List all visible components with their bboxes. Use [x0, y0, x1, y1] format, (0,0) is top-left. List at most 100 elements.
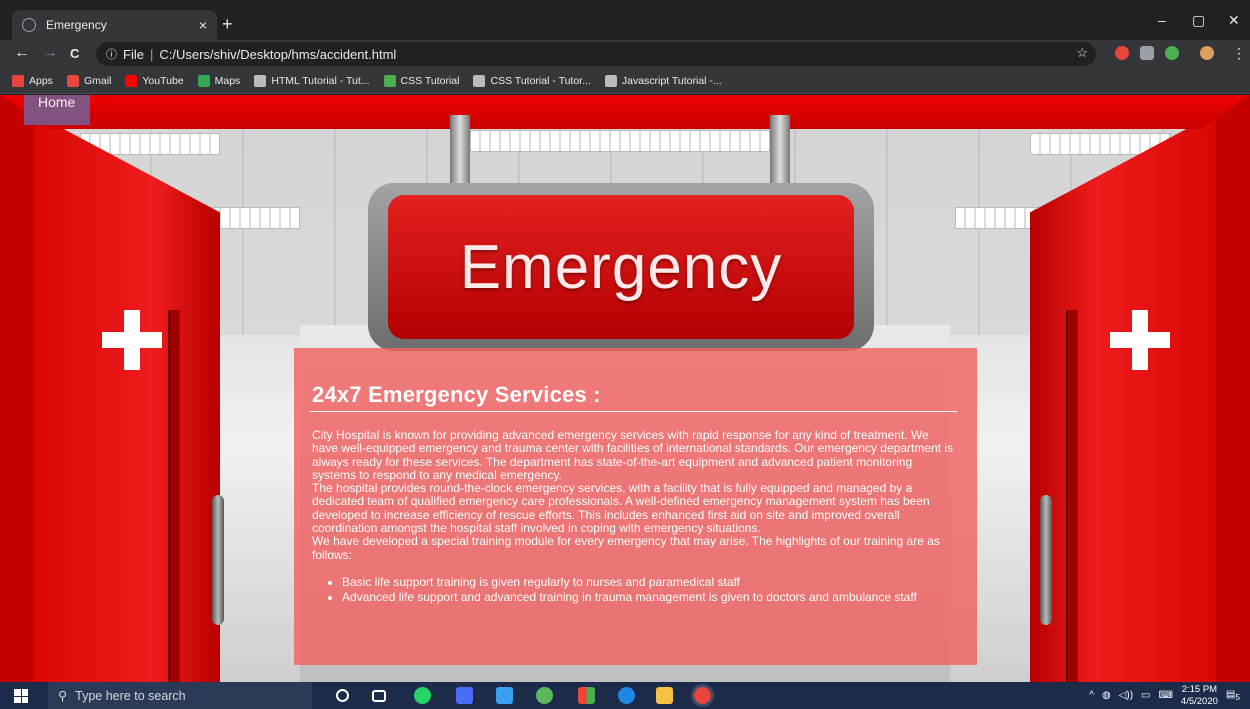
globe-app-icon[interactable]: [536, 687, 553, 704]
emergency-sign: Emergency: [388, 195, 854, 339]
reload-button[interactable]: C: [70, 46, 79, 61]
bookmark-label: HTML Tutorial - Tut...: [271, 74, 370, 87]
emergency-services-panel: 24x7 Emergency Services : City Hospital …: [294, 348, 977, 665]
bookmark-icon: [383, 74, 396, 87]
taskbar-search-box[interactable]: ⚲ Type here to search: [48, 682, 312, 709]
bookmarks-bar: Apps Gmail YouTube Maps HTML Tutorial - Tut.…: [0, 68, 1250, 94]
new-tab-button[interactable]: +: [222, 14, 233, 35]
sign-rod: [770, 115, 790, 185]
bookmark-label: CSS Tutorial: [400, 74, 460, 87]
maximize-button[interactable]: ▢: [1192, 12, 1205, 29]
bookmark-icon: [254, 74, 267, 87]
address-separator: |: [149, 46, 154, 62]
list-item: Advanced life support and advanced train…: [342, 590, 957, 604]
address-url: C:/Users/shiv/Desktop/hms/accident.html: [159, 46, 397, 62]
services-description: City Hospital is known for providing adv…: [310, 428, 957, 562]
task-view-icon[interactable]: [372, 690, 386, 702]
windows-start-icon[interactable]: [14, 689, 28, 703]
bookmark-icon: [12, 74, 24, 87]
training-highlights-list: Basic life support training is given reg…: [310, 575, 957, 604]
system-clock[interactable]: 2:15 PM 4/5/2020: [1181, 684, 1218, 708]
top-red-frame: [0, 95, 1250, 129]
dev-cpp-icon[interactable]: [456, 687, 473, 704]
bookmark-label: Javascript Tutorial -...: [621, 74, 722, 87]
bookmark-html-tutorial-tut[interactable]: HTML Tutorial - Tut...: [254, 74, 370, 87]
bookmark-gmail[interactable]: Gmail: [66, 74, 112, 87]
tab-title: Emergency: [46, 18, 107, 32]
bookmark-icon: [473, 74, 486, 87]
medical-cross-icon: [1110, 310, 1170, 370]
bookmark-icon: [604, 74, 617, 87]
paragraph-1: City Hospital is known for providing adv…: [312, 428, 954, 482]
back-button[interactable]: ←: [14, 44, 30, 62]
bookmark-icon: [197, 74, 210, 87]
clock-time: 2:15 PM: [1181, 683, 1218, 695]
system-tray: ^ ◍ ◁)) ▭ ⌨ 2:15 PM 4/5/2020 ▤5: [1089, 682, 1240, 709]
whatsapp-icon[interactable]: [414, 687, 431, 704]
store-icon[interactable]: [578, 687, 595, 704]
notification-center-icon[interactable]: ▤5: [1226, 689, 1240, 702]
door-handle: [1040, 495, 1052, 625]
profile-avatar-icon[interactable]: [1200, 46, 1214, 60]
medical-cross-icon: [102, 310, 162, 370]
browser-toolbar: ← → C ⓘ File | C:/Users/shiv/Desktop/hms…: [0, 40, 1250, 68]
battery-icon[interactable]: ▭: [1141, 690, 1150, 701]
bookmark-javascript-tutorial[interactable]: Javascript Tutorial -...: [604, 74, 722, 87]
cortana-icon[interactable]: [336, 689, 349, 702]
windows-taskbar: ⚲ Type here to search ^ ◍ ◁)) ▭ ⌨ 2:15 P…: [0, 682, 1250, 709]
page-favicon-icon: [22, 18, 36, 32]
door-handle: [212, 495, 224, 625]
home-button[interactable]: Home: [24, 95, 90, 125]
bookmark-css-tutorial[interactable]: CSS Tutorial: [383, 74, 460, 87]
search-placeholder: Type here to search: [75, 688, 186, 703]
clock-date: 4/5/2020: [1180, 695, 1218, 707]
address-scheme: File: [123, 46, 144, 62]
tab-close-icon[interactable]: ×: [199, 17, 207, 33]
bookmark-icon: [125, 74, 138, 87]
bookmark-apps[interactable]: Apps: [12, 74, 53, 87]
search-icon: ⚲: [58, 689, 68, 703]
vscode-icon[interactable]: [496, 687, 513, 704]
bookmark-star-icon[interactable]: ☆: [1076, 45, 1088, 61]
door-frame: [168, 310, 180, 682]
bookmark-css-tutorial-tutor[interactable]: CSS Tutorial - Tutor...: [473, 74, 591, 87]
bookmark-label: Apps: [29, 74, 53, 87]
bookmark-maps[interactable]: Maps: [197, 74, 241, 87]
paragraph-3: We have developed a special training mod…: [312, 534, 940, 562]
menu-kebab-icon[interactable]: ⋮: [1232, 45, 1246, 62]
minimize-button[interactable]: –: [1158, 12, 1166, 28]
tray-chevron-icon[interactable]: ^: [1089, 690, 1094, 701]
list-item: Basic life support training is given reg…: [342, 575, 957, 589]
extension-red-icon[interactable]: [1115, 46, 1129, 60]
info-icon[interactable]: ⓘ: [106, 46, 117, 62]
door-frame: [1066, 310, 1078, 682]
chrome-icon[interactable]: [694, 687, 711, 704]
keyboard-icon[interactable]: ⌨: [1158, 690, 1172, 701]
browser-tab[interactable]: Emergency ×: [12, 10, 217, 40]
bookmark-label: YouTube: [142, 74, 184, 87]
ceiling-light: [470, 130, 770, 152]
edge-icon[interactable]: [618, 687, 635, 704]
bookmark-label: Maps: [214, 74, 241, 87]
volume-icon[interactable]: ◁)): [1119, 690, 1133, 701]
bookmark-label: Gmail: [83, 74, 112, 87]
left-red-edge: [0, 95, 34, 682]
services-heading: 24x7 Emergency Services :: [310, 382, 957, 412]
bookmark-label: CSS Tutorial - Tutor...: [490, 74, 591, 87]
forward-button[interactable]: →: [42, 44, 58, 62]
network-icon[interactable]: ◍: [1102, 690, 1111, 701]
paragraph-2: The hospital provides round-the-clock em…: [312, 481, 930, 536]
bookmark-icon: [66, 74, 79, 87]
page-viewport: Emergency Home 24x7 Emergency Services :…: [0, 95, 1250, 682]
extension-grey-icon[interactable]: [1140, 46, 1154, 60]
right-red-edge: [1216, 95, 1250, 682]
home-button-label: Home: [38, 95, 76, 110]
extension-green-icon[interactable]: [1165, 46, 1179, 60]
bookmark-youtube[interactable]: YouTube: [125, 74, 184, 87]
address-bar[interactable]: ⓘ File | C:/Users/shiv/Desktop/hms/accid…: [96, 42, 1096, 66]
notification-count: 5: [1235, 692, 1240, 702]
close-window-button[interactable]: ✕: [1228, 12, 1240, 29]
sign-rod: [450, 115, 470, 185]
file-explorer-icon[interactable]: [656, 687, 673, 704]
tab-strip: Emergency × + – ▢ ✕: [0, 0, 1250, 40]
